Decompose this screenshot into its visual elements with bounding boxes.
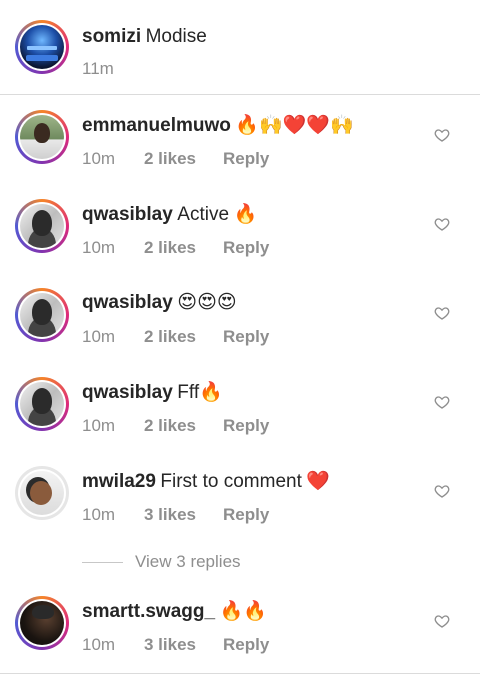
comment-emoji: 🔥 [233,204,258,225]
likes-count[interactable]: 3 likes [144,635,223,655]
reply-button[interactable]: Reply [223,327,269,347]
avatar[interactable] [15,377,69,431]
timestamp: 10m [82,327,116,346]
comment-item: mwila29 First to comment ❤️ 10m 3 likes … [0,451,480,540]
avatar[interactable] [15,199,69,253]
divider [0,673,480,674]
reply-button[interactable]: Reply [223,238,269,258]
caption-text: Modise [145,26,207,47]
avatar[interactable] [15,288,69,342]
view-replies-button[interactable]: View 3 replies [82,548,382,576]
post-caption: somizi Modise 11m [0,0,480,95]
comment-emoji: 😍😍😍 [177,292,237,313]
comment-emoji: 🔥 [199,382,223,403]
username[interactable]: qwasiblay [82,204,173,225]
username[interactable]: qwasiblay [82,292,173,313]
comment-item: qwasiblay Active 🔥 10m 2 likes Reply [0,184,480,273]
likes-count[interactable]: 2 likes [144,238,223,258]
reply-button[interactable]: Reply [223,505,269,525]
heart-outline-icon[interactable] [434,613,450,629]
timestamp: 10m [82,505,116,524]
heart-outline-icon[interactable] [434,216,450,232]
heart-outline-icon[interactable] [434,483,450,499]
username[interactable]: smartt.swagg_ [82,601,215,622]
avatar[interactable] [15,110,69,164]
comment-item: qwasiblay Fff🔥 10m 2 likes Reply [0,362,480,451]
avatar[interactable] [15,466,69,520]
avatar[interactable] [15,20,69,74]
comment-emoji: 🔥🔥 [219,601,267,622]
timestamp: 10m [82,238,116,257]
reply-button[interactable]: Reply [223,416,269,436]
reply-button[interactable]: Reply [223,635,269,655]
likes-count[interactable]: 2 likes [144,327,223,347]
heart-outline-icon[interactable] [434,394,450,410]
comment-item: emmanuelmuwo 🔥🙌❤️❤️🙌 10m 2 likes Reply [0,95,480,184]
timestamp: 11m [82,59,114,78]
username[interactable]: somizi [82,26,141,47]
timestamp: 10m [82,149,116,168]
divider [82,561,123,563]
reply-button[interactable]: Reply [223,149,269,169]
comment-emoji: ❤️ [306,471,330,492]
likes-count[interactable]: 2 likes [144,416,223,436]
heart-outline-icon[interactable] [434,127,450,143]
likes-count[interactable]: 2 likes [144,149,223,169]
heart-outline-icon[interactable] [434,305,450,321]
comment-text: First to comment [160,471,302,492]
likes-count[interactable]: 3 likes [144,505,223,525]
username[interactable]: qwasiblay [82,382,173,403]
avatar[interactable] [15,596,69,650]
comment-emoji: 🔥🙌❤️❤️🙌 [235,115,354,136]
view-replies-label: View 3 replies [135,552,241,571]
timestamp: 10m [82,635,116,654]
username[interactable]: mwila29 [82,471,156,492]
comment-text: Fff [177,382,200,403]
comment-item: smartt.swagg_ 🔥🔥 10m 3 likes Reply [0,581,480,670]
comment-text: Active [177,204,230,225]
comment-item: qwasiblay 😍😍😍 10m 2 likes Reply [0,273,480,362]
username[interactable]: emmanuelmuwo [82,115,231,136]
timestamp: 10m [82,416,116,435]
